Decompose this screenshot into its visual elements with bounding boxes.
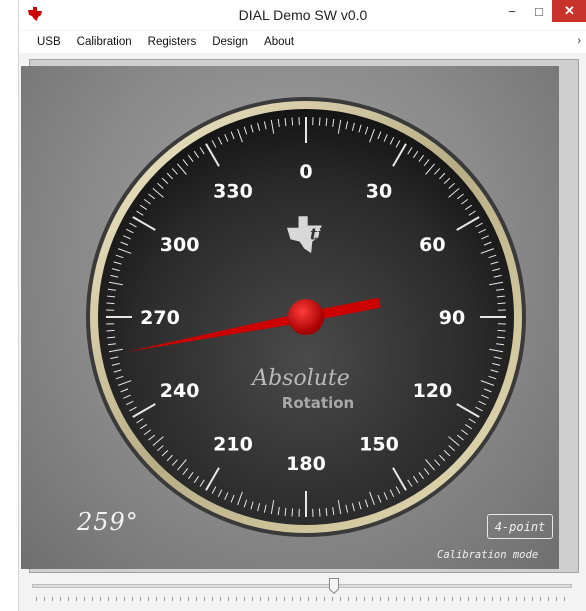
dial-label-30: 30 xyxy=(366,181,392,203)
angle-readout: 259° xyxy=(77,508,139,536)
menu-registers[interactable]: Registers xyxy=(140,36,205,48)
menu-bar: USB Calibration Registers Design About › xyxy=(19,31,586,53)
dial-minor-tick xyxy=(106,302,115,305)
dial-label-0: 0 xyxy=(299,161,312,183)
title-bar: DIAL Demo SW v0.0 − □ ✕ xyxy=(19,0,586,30)
maximize-button[interactable]: □ xyxy=(526,0,552,22)
menu-overflow-chevron-icon[interactable]: › xyxy=(577,35,581,47)
dial-minor-tick xyxy=(497,329,506,332)
menu-about[interactable]: About xyxy=(256,36,302,48)
brand-text: Absolute xyxy=(250,366,350,391)
brand-subtext: Rotation xyxy=(282,394,354,412)
dial-gauge: 0 30 60 90 120 150 180 210 240 270 300 330 ti Absol… xyxy=(86,97,526,537)
dial-label-90: 90 xyxy=(439,307,465,329)
dial-minor-tick xyxy=(291,508,294,517)
slider-thumb[interactable] xyxy=(329,578,339,594)
dial-minor-tick xyxy=(318,117,321,126)
svg-text:ti: ti xyxy=(310,224,324,243)
slider-ticks xyxy=(36,597,570,601)
close-button[interactable]: ✕ xyxy=(552,0,586,22)
slider-track[interactable] xyxy=(32,584,572,588)
dial-panel: 0 30 60 90 120 150 180 210 240 270 300 330 ti Absol… xyxy=(21,66,559,569)
rotation-slider[interactable] xyxy=(28,576,578,606)
menu-usb[interactable]: USB xyxy=(19,36,69,48)
dial-label-240: 240 xyxy=(160,380,200,402)
dial-label-270: 270 xyxy=(140,307,180,329)
dial-label-330: 330 xyxy=(213,181,253,203)
dial-minor-tick xyxy=(318,508,321,517)
dial-label-210: 210 xyxy=(213,433,253,455)
dial-label-120: 120 xyxy=(413,380,453,402)
calibration-badge[interactable]: 4-point xyxy=(487,514,553,539)
minimize-button[interactable]: − xyxy=(498,0,526,22)
menu-calibration[interactable]: Calibration xyxy=(69,36,140,48)
dial-label-150: 150 xyxy=(359,433,399,455)
dial-label-300: 300 xyxy=(160,234,200,256)
dial-label-180: 180 xyxy=(286,453,326,475)
dial-minor-tick xyxy=(291,117,294,126)
menu-design[interactable]: Design xyxy=(204,36,256,48)
dial-label-60: 60 xyxy=(419,234,445,256)
needle-hub xyxy=(288,299,324,335)
calibration-mode-label: Calibration mode xyxy=(437,549,539,561)
dial-minor-tick xyxy=(497,302,506,305)
dial-minor-tick xyxy=(106,329,115,332)
